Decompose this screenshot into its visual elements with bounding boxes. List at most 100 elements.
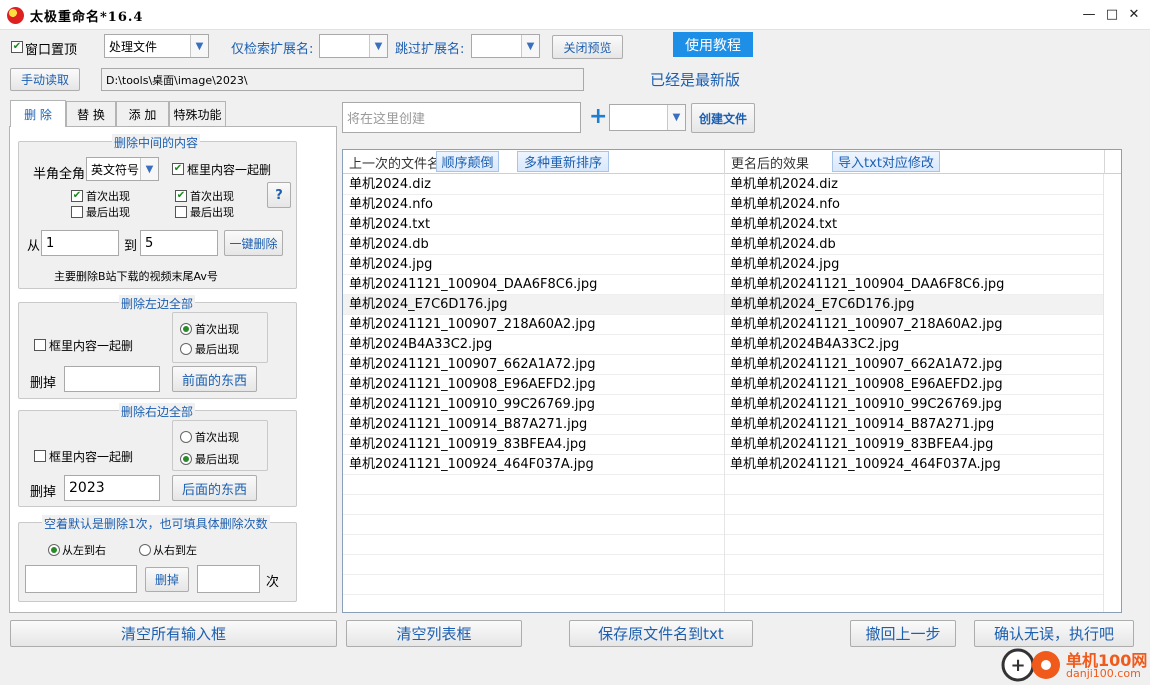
table-row[interactable]: 单机2024.diz 单机单机2024.diz [343, 175, 1103, 195]
table-row[interactable]: 单机2024B4A33C2.jpg 单机单机2024B4A33C2.jpg [343, 335, 1103, 355]
tab-delete[interactable]: 删 除 [10, 100, 66, 127]
left-last-radio[interactable] [180, 343, 192, 355]
only-ext-select[interactable]: ▼ [319, 34, 388, 58]
close-icon[interactable]: ✕ [1123, 4, 1145, 26]
table-row[interactable]: 单机20241121_100908_E96AEFD2.jpg 单机单机202411… [343, 375, 1103, 395]
reverse-order-button[interactable]: 顺序颠倒 [436, 151, 499, 172]
mode-select[interactable]: 处理文件 ▼ [104, 34, 209, 58]
table-row[interactable] [343, 475, 1103, 495]
tab-replace[interactable]: 替 换 [66, 101, 116, 126]
ltr-radio[interactable] [48, 544, 60, 556]
left-remove-label: 删掉 [30, 376, 57, 391]
delete-after-button[interactable]: 后面的东西 [172, 475, 257, 501]
manual-read-button[interactable]: 手动读取 [10, 68, 80, 91]
undo-button[interactable]: 撤回上一步 [850, 620, 956, 647]
scroll-divider [1103, 174, 1104, 612]
app-icon [7, 7, 24, 24]
last1-checkbox[interactable] [71, 206, 83, 218]
ltr-label: 从左到右 [62, 544, 106, 557]
old-name-cell: 单机20241121_100914_B87A271.jpg [349, 417, 588, 432]
skip-ext-select[interactable]: ▼ [471, 34, 540, 58]
last2-checkbox[interactable] [175, 206, 187, 218]
old-name-cell: 单机20241121_100908_E96AEFD2.jpg [349, 377, 596, 392]
first2-checkbox[interactable]: ✔ [175, 190, 187, 202]
table-row[interactable]: 单机2024.nfo 单机单机2024.nfo [343, 195, 1103, 215]
create-file-button[interactable]: 创建文件 [691, 103, 755, 133]
right-first-radio[interactable] [180, 431, 192, 443]
new-name-cell: 单机单机20241121_100919_83BFEA4.jpg [730, 437, 994, 452]
tab-add[interactable]: 添 加 [116, 101, 169, 126]
right-remove-label: 删掉 [30, 485, 57, 500]
svg-text:+: + [1010, 655, 1025, 676]
left-bracket-label: 框里内容一起删 [49, 339, 134, 353]
table-row[interactable]: 单机2024.jpg 单机单机2024.jpg [343, 255, 1103, 275]
table-row[interactable] [343, 595, 1103, 612]
title-bar: 太极重命名*16.4 — □ ✕ [0, 0, 1150, 30]
left-first-radio[interactable] [180, 323, 192, 335]
table-row[interactable] [343, 535, 1103, 555]
from-input[interactable]: 1 [41, 230, 119, 256]
new-name-cell: 单机单机20241121_100907_218A60A2.jpg [730, 317, 1003, 332]
topmost-label: 窗口置顶 [25, 43, 78, 58]
count-delete-button[interactable]: 删掉 [145, 567, 189, 592]
new-name-cell: 单机单机2024.txt [730, 217, 838, 232]
file-list[interactable]: 上一次的文件名 更名后的效果 顺序颠倒 多种重新排序 导入txt对应修改 单机2… [342, 149, 1122, 613]
table-row[interactable]: 单机2024_E7C6D176.jpg 单机单机2024_E7C6D176.jpg [343, 295, 1103, 315]
topmost-checkbox[interactable]: ✔ [11, 41, 23, 53]
table-row[interactable]: 单机20241121_100914_B87A271.jpg 单机单机2024112… [343, 415, 1103, 435]
one-click-delete-button[interactable]: 一键删除 [224, 230, 283, 256]
left-remove-input[interactable] [64, 366, 160, 392]
middle-bracket-checkbox[interactable]: ✔ [172, 163, 184, 175]
right-remove-input[interactable]: 2023 [64, 475, 160, 501]
column-divider [724, 174, 725, 612]
table-row[interactable] [343, 555, 1103, 575]
left-bracket-checkbox[interactable] [34, 339, 46, 351]
width-select[interactable]: 英文符号 ▼ [86, 157, 159, 181]
delete-before-button[interactable]: 前面的东西 [172, 366, 257, 392]
tutorial-button[interactable]: 使用教程 [673, 32, 753, 57]
tab-special[interactable]: 特殊功能 [169, 101, 226, 126]
rtl-radio[interactable] [139, 544, 151, 556]
to-input[interactable]: 5 [140, 230, 218, 256]
import-txt-button[interactable]: 导入txt对应修改 [832, 151, 940, 172]
maximize-icon[interactable]: □ [1101, 4, 1123, 26]
table-row[interactable]: 单机20241121_100907_218A60A2.jpg 单机单机202411… [343, 315, 1103, 335]
create-type-select[interactable]: ▼ [609, 104, 686, 131]
table-row[interactable] [343, 515, 1103, 535]
create-name-input[interactable]: 将在这里创建 [342, 102, 581, 133]
old-name-cell: 单机20241121_100919_83BFEA4.jpg [349, 437, 587, 452]
watermark-url: danji100.com [1066, 667, 1141, 680]
clear-inputs-button[interactable]: 清空所有输入框 [10, 620, 337, 647]
width-label: 半角全角 [33, 167, 86, 182]
minimize-icon[interactable]: — [1078, 4, 1100, 26]
table-row[interactable] [343, 495, 1103, 515]
table-row[interactable]: 单机20241121_100904_DAA6F8C6.jpg 单机单机202411… [343, 275, 1103, 295]
count-text-input[interactable] [25, 565, 137, 593]
table-row[interactable]: 单机20241121_100919_83BFEA4.jpg 单机单机2024112… [343, 435, 1103, 455]
help-button[interactable]: ? [267, 182, 291, 208]
new-name-cell: 单机单机20241121_100907_662A1A72.jpg [730, 357, 1003, 372]
new-name-cell: 单机单机2024.diz [730, 177, 838, 192]
table-row[interactable] [343, 575, 1103, 595]
table-row[interactable]: 单机20241121_100910_99C26769.jpg 单机单机202411… [343, 395, 1103, 415]
new-name-cell: 单机单机20241121_100924_464F037A.jpg [730, 457, 1001, 472]
new-name-cell: 单机单机2024B4A33C2.jpg [730, 337, 900, 352]
path-field[interactable]: D:\tools\桌面\image\2023\ [101, 68, 584, 91]
execute-button[interactable]: 确认无误，执行吧 [974, 620, 1134, 647]
right-bracket-checkbox[interactable] [34, 450, 46, 462]
first1-checkbox[interactable]: ✔ [71, 190, 83, 202]
table-row[interactable]: 单机20241121_100907_662A1A72.jpg 单机单机202411… [343, 355, 1103, 375]
close-preview-button[interactable]: 关闭预览 [552, 35, 623, 59]
resort-button[interactable]: 多种重新排序 [517, 151, 609, 172]
table-row[interactable]: 单机2024.txt 单机单机2024.txt [343, 215, 1103, 235]
right-last-radio[interactable] [180, 453, 192, 465]
delete-right-title: 删除右边全部 [119, 403, 196, 420]
old-name-cell: 单机2024.txt [349, 217, 431, 232]
table-row[interactable]: 单机20241121_100924_464F037A.jpg 单机单机202411… [343, 455, 1103, 475]
count-times-input[interactable] [197, 565, 260, 593]
save-txt-button[interactable]: 保存原文件名到txt [569, 620, 753, 647]
old-name-cell: 单机20241121_100907_218A60A2.jpg [349, 317, 596, 332]
clear-list-button[interactable]: 清空列表框 [346, 620, 522, 647]
table-row[interactable]: 单机2024.db 单机单机2024.db [343, 235, 1103, 255]
first2-label: 首次出现 [190, 190, 234, 203]
